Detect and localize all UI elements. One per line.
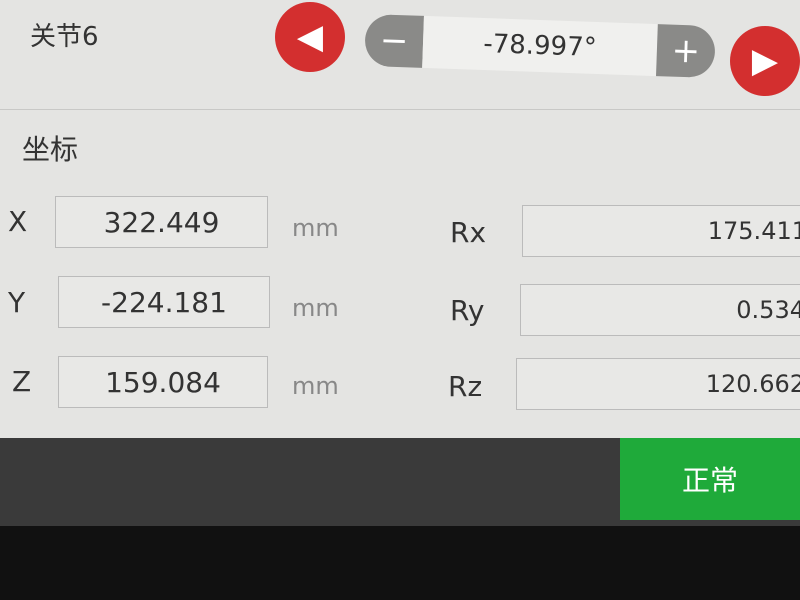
axis-label-ry: Ry [450,294,485,327]
arrow-left-icon: ◀ [296,17,324,57]
z-unit: mm [292,372,339,400]
joint-row: 关节6 ◀ − -78.997° + ▶ [0,0,800,110]
axis-label-x: X [8,205,28,238]
joint-stepper[interactable]: − -78.997° + [364,13,716,79]
axis-label-rz: Rz [448,370,483,403]
joint-value[interactable]: -78.997° [422,15,658,77]
joint-label: 关节6 [30,22,99,52]
y-unit: mm [292,294,339,322]
decrement-button[interactable]: − [364,13,424,68]
joint-prev-button[interactable]: ◀ [275,2,345,72]
ry-field[interactable]: 0.534 [520,284,800,336]
x-field[interactable]: 322.449 [55,196,268,248]
rx-field[interactable]: 175.411 [522,205,800,257]
z-field[interactable]: 159.084 [58,356,268,408]
rz-field[interactable]: 120.662 [516,358,800,410]
increment-button[interactable]: + [656,24,716,79]
joint-next-button[interactable]: ▶ [730,26,800,96]
axis-label-y: Y [8,286,26,319]
x-unit: mm [292,214,339,242]
axis-label-rx: Rx [450,216,487,249]
coords-title: 坐标 [22,133,79,166]
axis-label-z: Z [12,365,32,398]
y-field[interactable]: -224.181 [58,276,270,328]
status-badge: 正常 [620,438,800,520]
robot-panel: 关节6 ◀ − -78.997° + ▶ 坐标 X 322.449 mm Rx … [0,0,800,438]
arrow-right-icon: ▶ [751,41,779,81]
